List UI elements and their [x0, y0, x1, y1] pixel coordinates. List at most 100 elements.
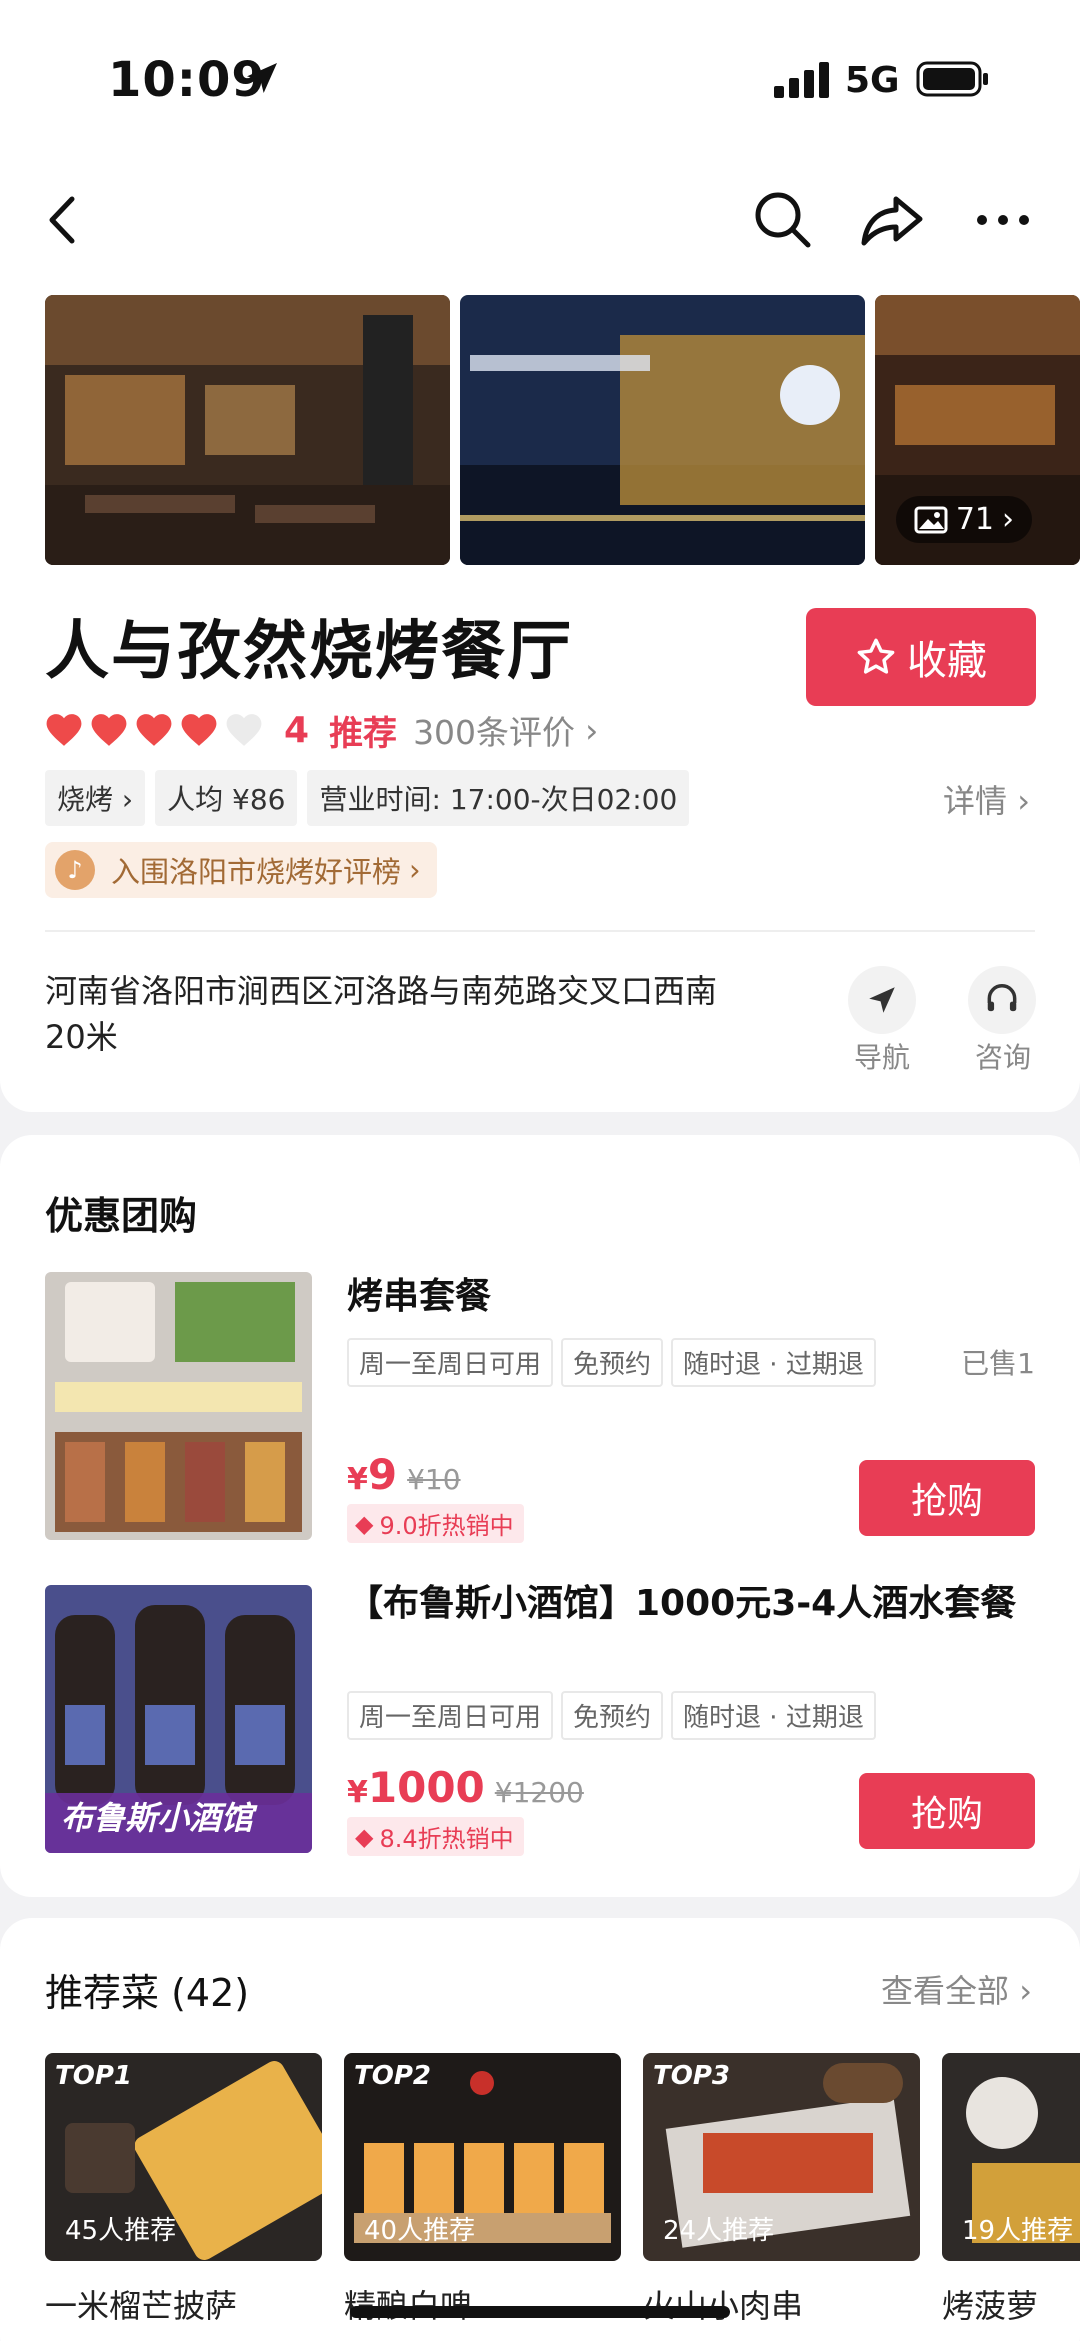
hours-tag: 营业时间: 17:00-次日02:00 [307, 770, 690, 826]
deal-tag: 随时退 · 过期退 [671, 1338, 876, 1387]
deal-item[interactable]: 烤串套餐 周一至周日可用 免预约 随时退 · 过期退 已售1 ¥ 9 ¥10 ◆… [45, 1272, 1035, 1543]
dish-recommend-count: 40人推荐 [364, 2216, 476, 2246]
dish-image[interactable]: TOP3 24人推荐 [643, 2053, 920, 2261]
buy-button[interactable]: 抢购 [859, 1773, 1035, 1849]
dish-name: 火山小肉串 [643, 2281, 920, 2327]
deal-price: ¥ 9 ¥10 [347, 1450, 461, 1499]
photo-count-badge[interactable]: 71 › [895, 496, 1032, 543]
network-type: 5G [845, 60, 900, 101]
original-price: ¥1200 [494, 1776, 584, 1809]
consult-button[interactable] [968, 966, 1036, 1034]
dish-rank: TOP2 [354, 2061, 431, 2091]
shop-info-card: 71 › 人与孜然烧烤餐厅 收藏 4 推荐 300条评价 › 烧烤 › 人均 ¥… [0, 290, 1080, 1112]
deal-price: ¥ 1000 ¥1200 [347, 1763, 584, 1812]
buy-button[interactable]: 抢购 [859, 1460, 1035, 1536]
dish-image[interactable]: 19人推荐 [942, 2053, 1080, 2261]
photo-gallery[interactable]: 71 › [45, 295, 1080, 565]
rating-score: 4 [284, 709, 310, 751]
status-bar: 10:09 5G [0, 0, 1080, 150]
image-icon [914, 506, 948, 533]
shop-name: 人与孜然烧烤餐厅 [45, 615, 573, 689]
divider [45, 930, 1035, 932]
dish-card[interactable]: TOP1 45人推荐 一米榴芒披萨 [45, 2053, 322, 2327]
deal-tags: 周一至周日可用 免预约 随时退 · 过期退 [347, 1691, 876, 1740]
navigate-button[interactable] [848, 966, 916, 1034]
heart-icon [91, 714, 127, 746]
favorite-label: 收藏 [907, 638, 987, 684]
deal-tag: 免预约 [561, 1691, 664, 1740]
sold-count: 已售1 [961, 1347, 1035, 1380]
dish-card[interactable]: TOP2 40人推荐 精酿白啤 [344, 2053, 621, 2327]
deal-title: 【布鲁斯小酒馆】1000元3-4人酒水套餐 [347, 1583, 1017, 1624]
see-all-link[interactable]: 查看全部 › [881, 1966, 1032, 2012]
deal-image[interactable] [45, 1272, 312, 1540]
signal-icon [774, 62, 829, 98]
discount-badge: ◆ 8.4折热销中 [347, 1817, 524, 1856]
deal-tag: 周一至周日可用 [347, 1338, 554, 1387]
star-icon [857, 638, 895, 674]
search-icon[interactable] [748, 185, 818, 255]
recommend-label: 推荐 [329, 713, 398, 754]
dish-rank: TOP1 [55, 2061, 132, 2091]
chevron-right-icon: › [585, 710, 599, 750]
rank-badge[interactable]: ♪ 入围洛阳市烧烤好评榜 › [45, 842, 437, 898]
dish-card[interactable]: TOP3 24人推荐 火山小肉串 [643, 2053, 920, 2327]
original-price: ¥10 [407, 1463, 461, 1496]
chevron-right-icon: › [1002, 502, 1014, 537]
dish-recommend-count: 19人推荐 [962, 2216, 1074, 2246]
dish-rank: TOP3 [653, 2061, 730, 2091]
dish-name: 精酿白啤 [344, 2281, 621, 2327]
douyin-logo-icon: ♪ [55, 850, 95, 890]
navigate-label: 导航 [854, 1041, 911, 1074]
recommended-dishes-section: 推荐菜 (42) 查看全部 › TOP1 45人推荐 一米榴芒披萨 TOP2 4… [0, 1918, 1080, 2341]
deal-tag: 随时退 · 过期退 [671, 1691, 876, 1740]
section-title: 优惠团购 [45, 1194, 198, 1238]
gallery-photo[interactable] [460, 295, 865, 565]
shop-tags: 烧烤 › 人均 ¥86 营业时间: 17:00-次日02:00 [45, 770, 690, 826]
deal-tags: 周一至周日可用 免预约 随时退 · 过期退 [347, 1338, 876, 1387]
battery-icon [916, 61, 988, 97]
dish-image[interactable]: TOP2 40人推荐 [344, 2053, 621, 2261]
consult-label: 咨询 [975, 1041, 1032, 1074]
home-indicator[interactable] [350, 2306, 730, 2318]
gallery-photo[interactable] [45, 295, 450, 565]
heart-icon [46, 714, 82, 746]
dish-name: 一米榴芒披萨 [45, 2287, 238, 2325]
dish-card[interactable]: 19人推荐 烤菠萝 [942, 2053, 1080, 2327]
section-title: 推荐菜 (42) [45, 1971, 250, 2015]
favorite-button[interactable]: 收藏 [806, 608, 1036, 706]
shop-address[interactable]: 河南省洛阳市涧西区河洛路与南苑路交叉口西南20米 [45, 968, 745, 1060]
chevron-right-icon: › [409, 853, 421, 887]
navigation-icon [869, 987, 895, 1013]
back-icon[interactable] [30, 185, 100, 255]
dish-name: 烤菠萝 [942, 2287, 1039, 2325]
heart-icon [136, 714, 172, 746]
deal-title: 烤串套餐 [347, 1276, 492, 1317]
avg-price-tag: 人均 ¥86 [155, 770, 298, 826]
share-icon[interactable] [858, 185, 928, 255]
tag-icon: ◆ [355, 1822, 374, 1851]
heart-icon [181, 714, 217, 746]
headset-icon [987, 984, 1017, 1012]
tag-icon: ◆ [355, 1509, 374, 1538]
discount-badge: ◆ 9.0折热销中 [347, 1504, 524, 1543]
deal-image-caption: 布鲁斯小酒馆 [61, 1799, 254, 1837]
more-icon[interactable] [968, 185, 1038, 255]
deal-item[interactable]: 布鲁斯小酒馆 【布鲁斯小酒馆】1000元3-4人酒水套餐 周一至周日可用 免预约… [45, 1583, 1035, 1856]
photo-count: 71 [955, 502, 994, 537]
group-deals-section: 优惠团购 烤串套餐 周一至周日可用 免预约 随时退 · 过期退 已售1 ¥ 9 … [0, 1135, 1080, 1897]
nav-header [0, 150, 1080, 290]
deal-tag: 周一至周日可用 [347, 1691, 554, 1740]
dish-image[interactable]: TOP1 45人推荐 [45, 2053, 322, 2261]
dish-recommend-count: 45人推荐 [65, 2216, 177, 2246]
review-count[interactable]: 300条评价 [413, 706, 575, 754]
rating-row[interactable]: 4 推荐 300条评价 › [45, 700, 598, 760]
gallery-photo[interactable]: 71 › [875, 295, 1080, 565]
category-tag[interactable]: 烧烤 › [45, 770, 146, 826]
deal-image[interactable]: 布鲁斯小酒馆 [45, 1585, 312, 1853]
location-arrow-icon [247, 63, 277, 93]
rank-badge-label: 入围洛阳市烧烤好评榜 [111, 855, 402, 889]
heart-empty-icon [226, 714, 262, 746]
detail-link[interactable]: 详情 › [943, 776, 1030, 822]
dish-recommend-count: 24人推荐 [663, 2216, 775, 2246]
